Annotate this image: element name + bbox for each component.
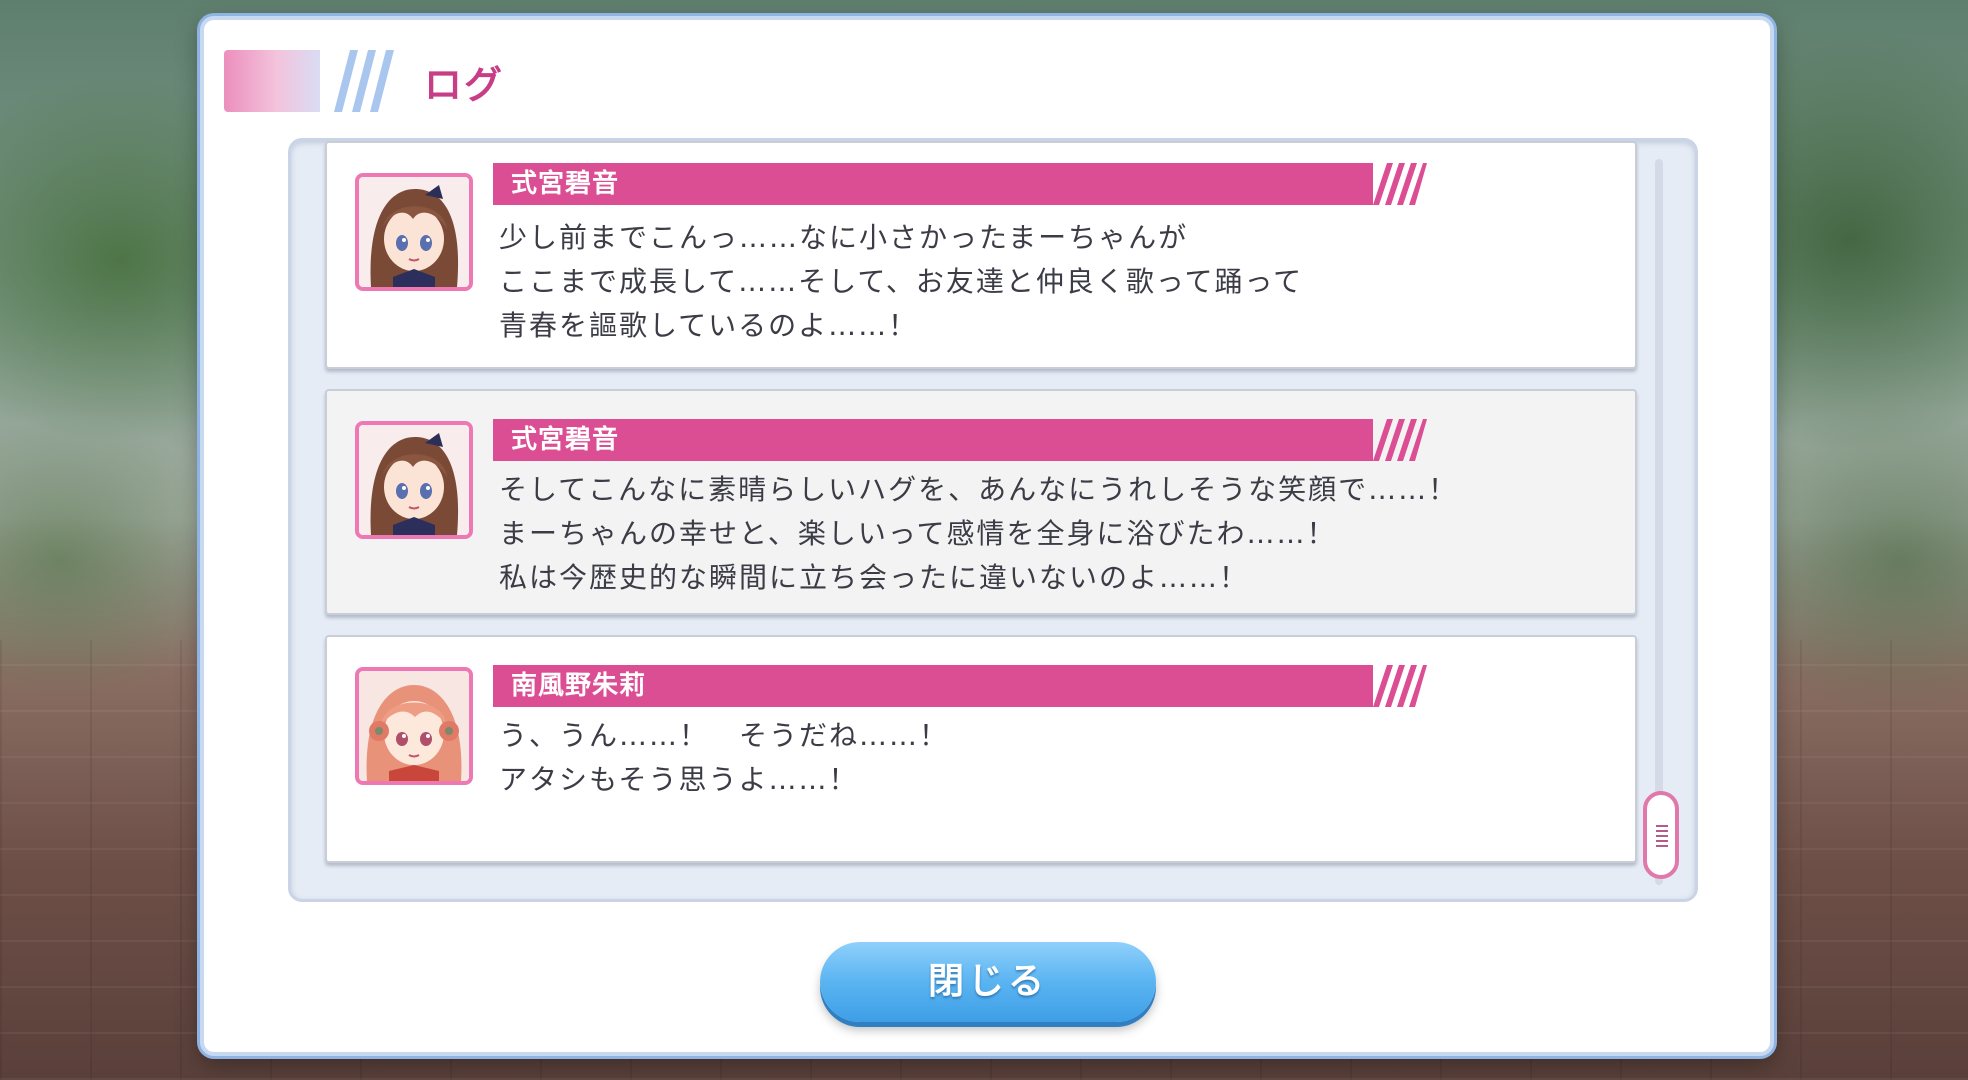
name-stripes-decoration <box>1373 419 1427 461</box>
log-line: そしてこんなに素晴らしいハグを、あんなにうれしそうな笑顔で……！ <box>499 473 1459 506</box>
game-background: ログ 式宮碧音 少し前までこんっ……なに小さかったまーちゃんが ここまで成長して… <box>0 0 1968 1080</box>
avatar-portrait-icon <box>359 671 469 781</box>
dialog-header: ログ <box>224 34 624 112</box>
name-stripes-decoration <box>1373 163 1427 205</box>
log-line: う、うん……！ そうだね……！ <box>499 719 950 752</box>
speaker-avatar <box>355 667 473 785</box>
log-list-panel[interactable]: 式宮碧音 少し前までこんっ……なに小さかったまーちゃんが ここまで成長して……そ… <box>288 138 1698 902</box>
grip-icon <box>1656 825 1668 847</box>
speaker-name: 式宮碧音 <box>493 419 1373 461</box>
close-button[interactable]: 閉じる <box>820 942 1156 1022</box>
dialog-title: ログ <box>424 63 505 107</box>
speaker-avatar <box>355 173 473 291</box>
log-line: 少し前までこんっ……なに小さかったまーちゃんが <box>499 221 1189 254</box>
scrollbar-track[interactable] <box>1655 159 1663 885</box>
name-stripes-decoration <box>1373 665 1427 707</box>
log-line: ここまで成長して……そして、お友達と仲良く歌って踊って <box>499 265 1304 298</box>
scrollbar-thumb[interactable] <box>1643 791 1679 879</box>
avatar-portrait-icon <box>359 177 469 287</box>
log-line: アタシもそう思うよ……！ <box>499 763 859 796</box>
speaker-name: 南風野朱莉 <box>493 665 1373 707</box>
log-entry: 南風野朱莉 う、うん……！ そうだね……！ アタシもそう思うよ……！ <box>325 635 1637 863</box>
speaker-avatar <box>355 421 473 539</box>
log-dialog: ログ 式宮碧音 少し前までこんっ……なに小さかったまーちゃんが ここまで成長して… <box>200 16 1774 1056</box>
log-line: 青春を謳歌しているのよ……！ <box>499 309 919 342</box>
log-line: まーちゃんの幸せと、楽しいって感情を全身に浴びたわ……！ <box>499 517 1337 550</box>
header-stripes-decoration <box>334 50 394 112</box>
log-entry: 式宮碧音 少し前までこんっ……なに小さかったまーちゃんが ここまで成長して……そ… <box>325 141 1637 369</box>
avatar-portrait-icon <box>359 425 469 535</box>
speaker-name: 式宮碧音 <box>493 163 1373 205</box>
log-entry: 式宮碧音 そしてこんなに素晴らしいハグを、あんなにうれしそうな笑顔で……！ まー… <box>325 389 1637 615</box>
header-decoration <box>224 50 320 112</box>
log-line: 私は今歴史的な瞬間に立ち会ったに違いないのよ……！ <box>499 561 1250 594</box>
